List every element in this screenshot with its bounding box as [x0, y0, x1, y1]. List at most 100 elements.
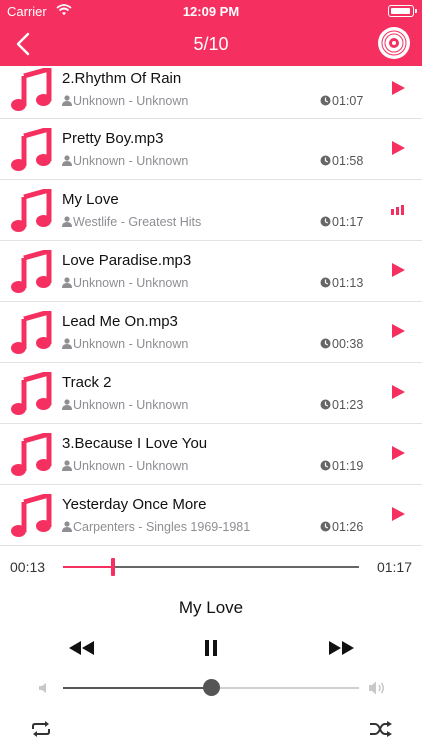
- person-icon: [62, 338, 72, 349]
- status-time: 12:09 PM: [182, 4, 240, 19]
- person-icon: [62, 95, 72, 106]
- track-meta-text: Unknown - Unknown: [73, 459, 189, 473]
- track-title: Track 2: [62, 374, 112, 391]
- music-note-icon: [11, 250, 52, 293]
- nav-bar: 5/10: [0, 22, 422, 66]
- track-meta-text: Westlife - Greatest Hits: [73, 215, 202, 229]
- clock-icon: [320, 216, 331, 227]
- play-icon[interactable]: [390, 80, 406, 96]
- header-bar: Carrier 12:09 PM 5/10: [0, 0, 422, 66]
- track-meta-text: Unknown - Unknown: [73, 276, 189, 290]
- track-artist-album: Unknown - Unknown: [62, 398, 188, 412]
- clock-icon: [320, 277, 331, 288]
- track-row[interactable]: Track 2 Unknown - Unknown 01:23: [0, 363, 422, 424]
- track-duration: 01:26: [320, 520, 363, 534]
- track-duration-text: 01:26: [332, 520, 364, 534]
- volume-low-icon: [39, 683, 46, 693]
- track-title: Pretty Boy.mp3: [62, 130, 164, 147]
- music-note-icon: [11, 494, 52, 537]
- track-row[interactable]: 2.Rhythm Of Rain Unknown - Unknown 01:07: [0, 66, 422, 119]
- track-duration: 01:17: [320, 215, 363, 229]
- track-row[interactable]: Pretty Boy.mp3 Unknown - Unknown 01:58: [0, 119, 422, 180]
- volume-high-icon: [369, 681, 384, 695]
- person-icon: [62, 155, 72, 166]
- track-artist-album: Unknown - Unknown: [62, 154, 188, 168]
- music-note-icon: [11, 68, 52, 111]
- track-row[interactable]: 3.Because I Love You Unknown - Unknown 0…: [0, 424, 422, 485]
- player-panel: 00:13 01:17 My Love: [0, 546, 422, 750]
- total-time: 01:17: [376, 559, 412, 575]
- shuffle-icon[interactable]: [369, 720, 393, 738]
- track-artist-album: Unknown - Unknown: [62, 459, 188, 473]
- play-icon[interactable]: [390, 140, 406, 156]
- track-row[interactable]: Yesterday Once More Carpenters - Singles…: [0, 485, 422, 546]
- track-meta-text: Unknown - Unknown: [73, 154, 189, 168]
- clock-icon: [320, 460, 331, 471]
- track-title: Lead Me On.mp3: [62, 313, 178, 330]
- clock-icon: [320, 521, 331, 532]
- clock-icon: [320, 95, 331, 106]
- play-icon[interactable]: [390, 323, 406, 339]
- play-icon[interactable]: [390, 445, 406, 461]
- track-meta-text: Unknown - Unknown: [73, 337, 189, 351]
- music-note-icon: [11, 128, 52, 171]
- track-row[interactable]: Love Paradise.mp3 Unknown - Unknown 01:1…: [0, 241, 422, 302]
- track-title: My Love: [62, 191, 119, 208]
- person-icon: [62, 460, 72, 471]
- track-artist-album: Westlife - Greatest Hits: [62, 215, 201, 229]
- page-title: 5/10: [193, 34, 229, 54]
- track-meta-text: Unknown - Unknown: [73, 398, 189, 412]
- track-title: Love Paradise.mp3: [62, 252, 192, 269]
- progress-slider[interactable]: [63, 558, 359, 576]
- progress-fill: [63, 566, 114, 568]
- person-icon: [62, 521, 72, 532]
- clock-icon: [320, 155, 331, 166]
- fast-forward-icon[interactable]: [327, 640, 355, 656]
- play-icon[interactable]: [390, 262, 406, 278]
- person-icon: [62, 277, 72, 288]
- track-duration: 01:07: [320, 94, 363, 108]
- disc-icon[interactable]: [376, 25, 412, 61]
- music-note-icon: [11, 372, 52, 415]
- rewind-icon[interactable]: [68, 640, 96, 656]
- repeat-icon[interactable]: [30, 720, 52, 738]
- track-duration: 01:58: [320, 154, 363, 168]
- clock-icon: [320, 338, 331, 349]
- battery-icon: [388, 5, 417, 17]
- track-duration: 01:13: [320, 276, 363, 290]
- track-duration: 01:19: [320, 459, 363, 473]
- now-playing-title: My Love: [178, 598, 244, 617]
- track-row[interactable]: My Love Westlife - Greatest Hits 01:17: [0, 180, 422, 241]
- track-duration: 01:23: [320, 398, 363, 412]
- track-duration-text: 01:07: [332, 94, 364, 108]
- track-artist-album: Unknown - Unknown: [62, 276, 188, 290]
- status-bar: Carrier 12:09 PM: [0, 0, 422, 22]
- track-artist-album: Carpenters - Singles 1969-1981: [62, 520, 250, 534]
- track-duration-text: 01:58: [332, 154, 364, 168]
- track-meta-text: Carpenters - Singles 1969-1981: [73, 520, 251, 534]
- track-duration-text: 00:38: [332, 337, 364, 351]
- track-meta-text: Unknown - Unknown: [73, 94, 189, 108]
- track-duration-text: 01:23: [332, 398, 364, 412]
- progress-handle[interactable]: [111, 558, 116, 576]
- music-note-icon: [11, 311, 52, 354]
- volume-fill: [63, 687, 211, 689]
- track-title: Yesterday Once More: [62, 496, 207, 513]
- play-icon[interactable]: [390, 506, 406, 522]
- clock-icon: [320, 399, 331, 410]
- equalizer-icon: [391, 205, 404, 215]
- volume-handle[interactable]: [202, 679, 220, 696]
- elapsed-time: 00:13: [10, 559, 46, 575]
- person-icon: [62, 216, 72, 227]
- track-duration: 00:38: [320, 337, 363, 351]
- play-icon[interactable]: [390, 384, 406, 400]
- track-duration-text: 01:13: [332, 276, 364, 290]
- track-title: 2.Rhythm Of Rain: [62, 70, 182, 87]
- volume-slider[interactable]: [63, 679, 359, 696]
- pause-icon[interactable]: [203, 639, 219, 657]
- track-row[interactable]: Lead Me On.mp3 Unknown - Unknown 00:38: [0, 302, 422, 363]
- music-note-icon: [11, 433, 52, 476]
- track-list: 2.Rhythm Of Rain Unknown - Unknown 01:07…: [0, 66, 422, 546]
- track-title: 3.Because I Love You: [62, 435, 208, 452]
- person-icon: [62, 399, 72, 410]
